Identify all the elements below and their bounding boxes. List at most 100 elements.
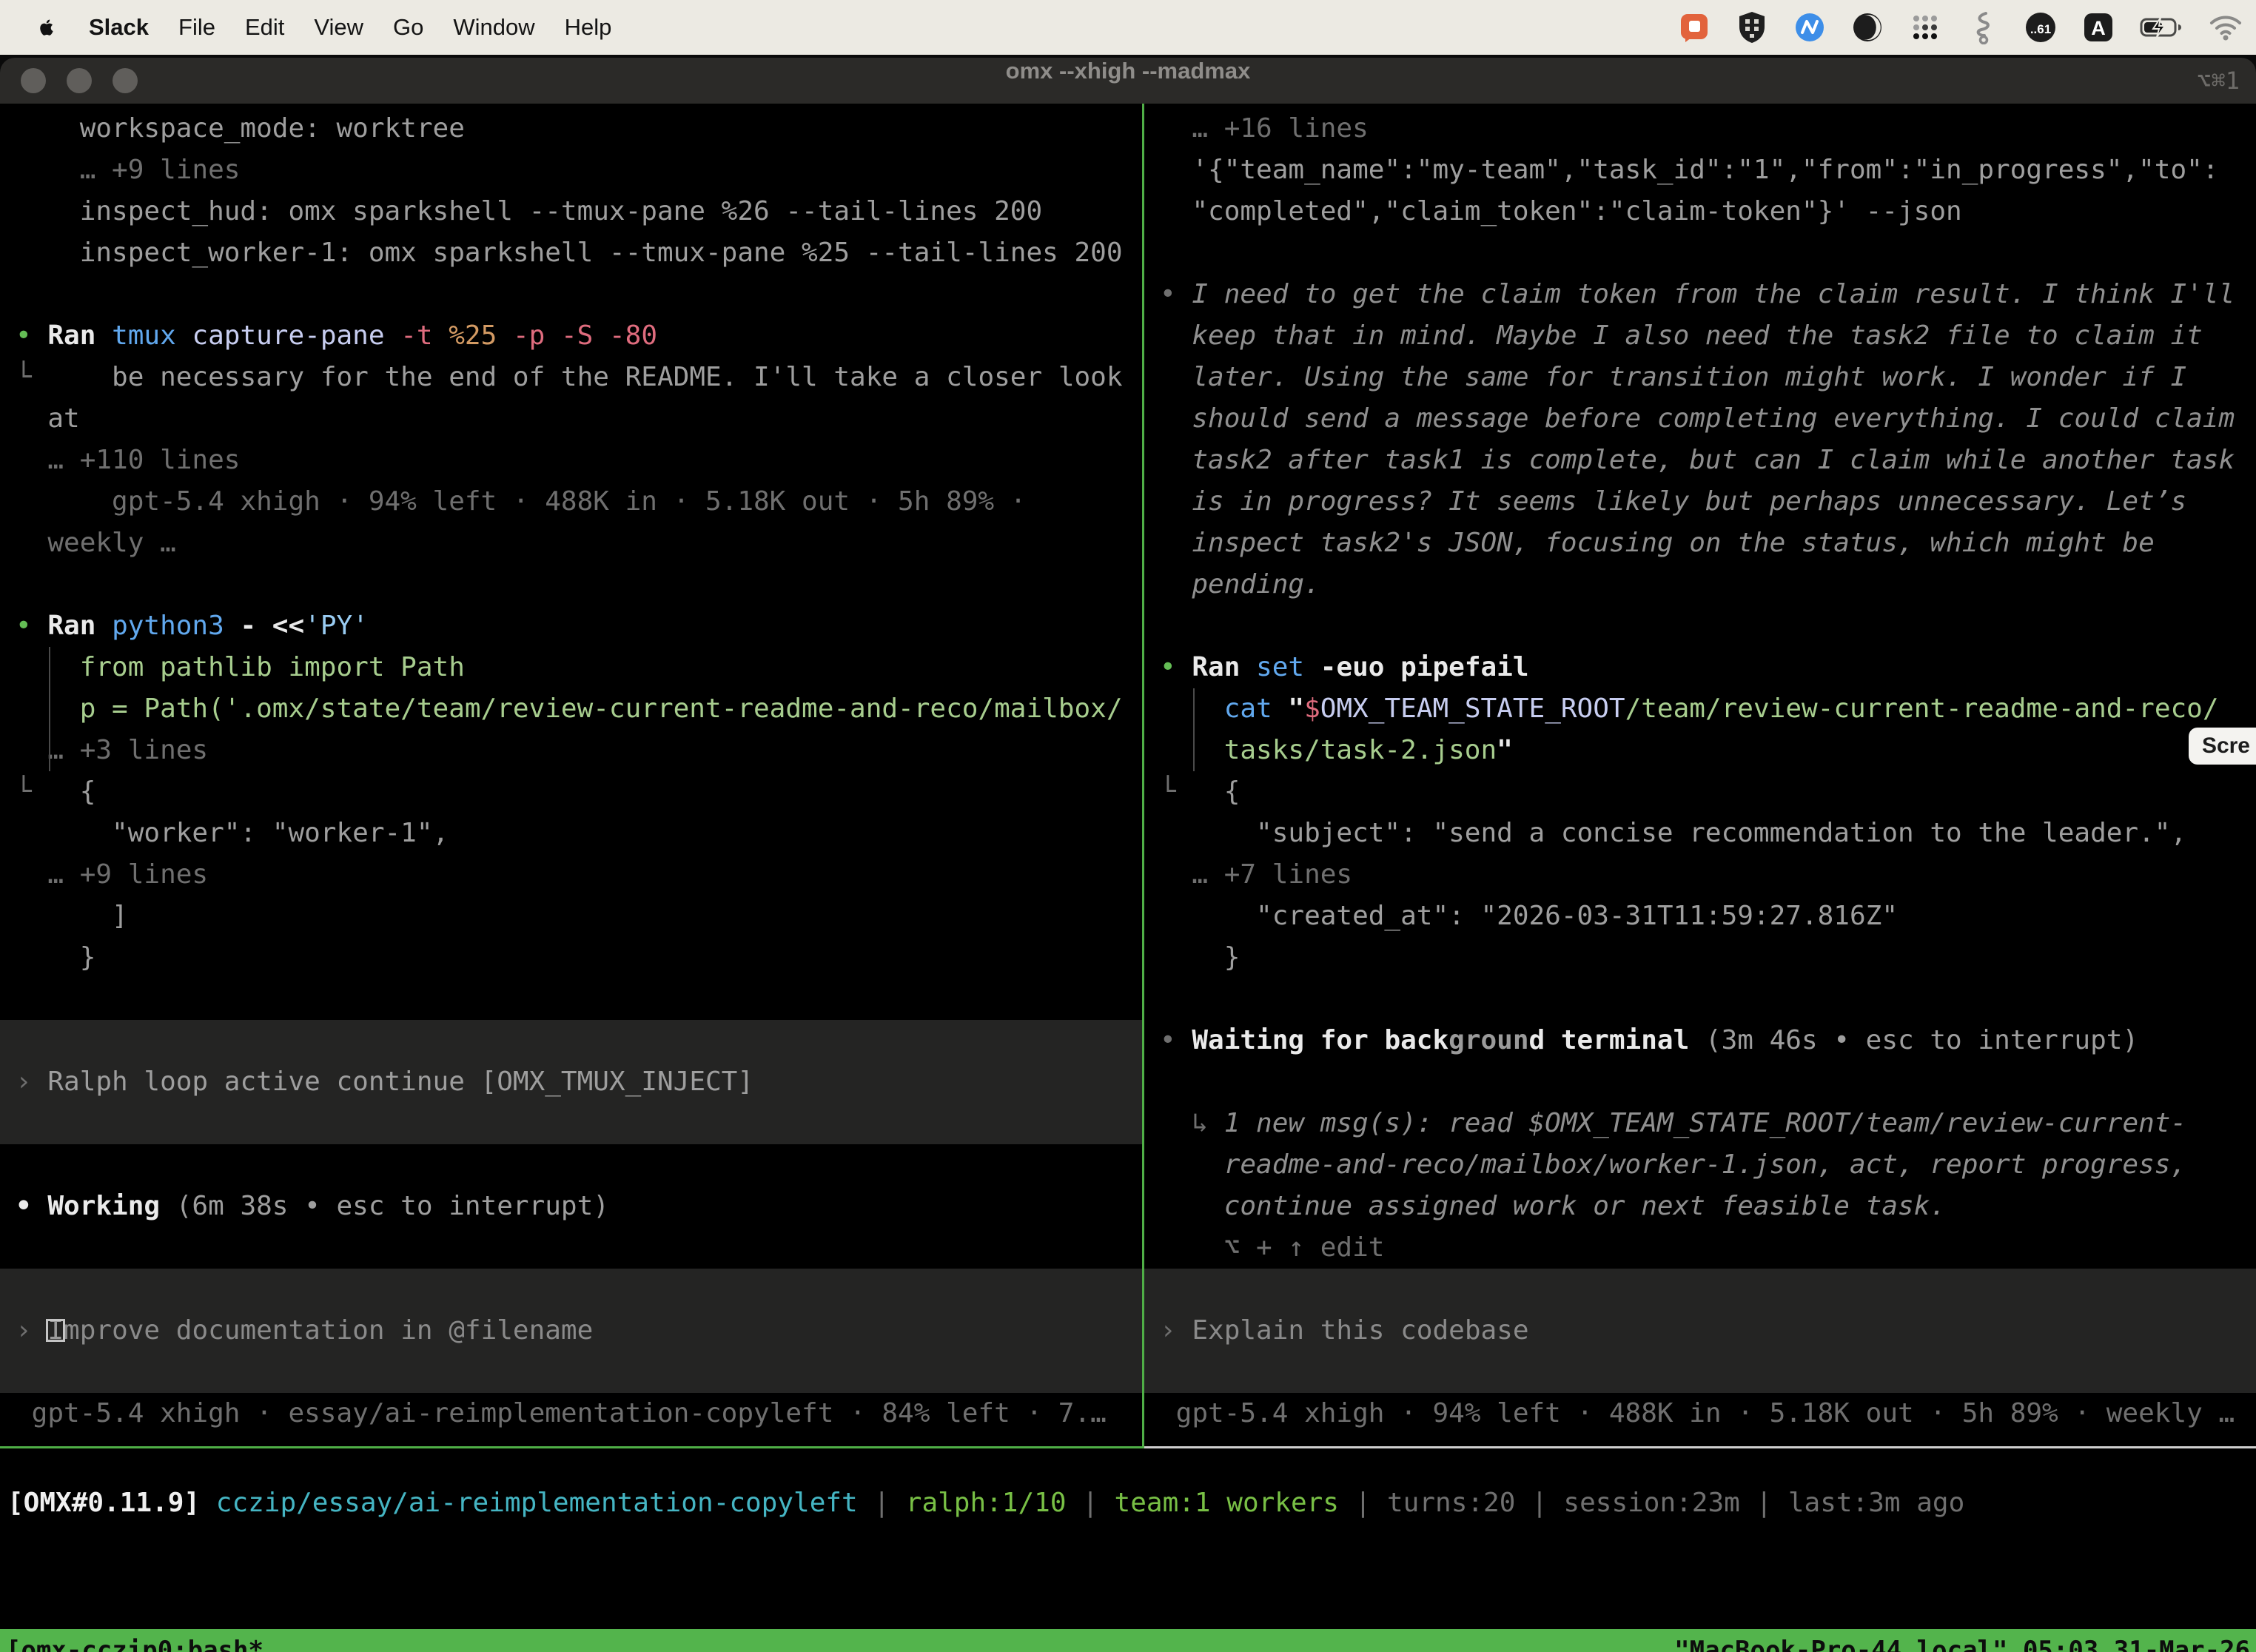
text-segment: •: [16, 320, 47, 351]
omx-hud: [OMX#0.11.9] cczip/essay/ai-reimplementa…: [0, 1448, 2256, 1629]
a-badge-icon[interactable]: A: [2081, 10, 2115, 44]
text-segment: later. Using the same for transition mig…: [1160, 362, 2186, 392]
menu-items: Slack File Edit View Go Window Help: [89, 14, 611, 41]
terminal-line: inspect task2's JSON, focusing on the st…: [1144, 523, 2256, 564]
right-terminal-pane[interactable]: … +16 lines '{"team_name":"my-team","tas…: [1144, 104, 2256, 1446]
apple-menu-icon[interactable]: [34, 10, 59, 44]
text-segment: ↳: [1160, 1108, 1224, 1138]
terminal-line: }: [0, 937, 1142, 978]
terminal-line: [0, 978, 1142, 1020]
text-segment: -S: [561, 320, 609, 351]
text-segment: keep that in mind. Maybe I also need the…: [1160, 320, 2203, 351]
text-segment: ⌥ + ↑ edit: [1160, 1232, 1384, 1263]
terminal-line: inspect_hud: omx sparkshell --tmux-pane …: [0, 191, 1142, 232]
terminal-line: [0, 1227, 1142, 1269]
shield-grid-icon[interactable]: [1735, 10, 1769, 44]
window-titlebar[interactable]: omx --xhigh --madmax ⌥⌘1: [0, 58, 2256, 104]
text-segment: groun: [1448, 1025, 1528, 1055]
terminal-line: should send a message before completing …: [1144, 398, 2256, 440]
screen-share-label: Scre: [2202, 733, 2250, 759]
terminal-line: └ {: [1144, 771, 2256, 813]
recording-indicator-icon[interactable]: [1677, 10, 1711, 44]
text-segment: •: [1160, 279, 1192, 309]
text-segment: readme-and-reco/mailbox/worker-1.json, a…: [1160, 1149, 2186, 1180]
text-segment: continue assigned work or next feasible …: [1160, 1191, 1946, 1221]
left-pane-bottom-border: [0, 1446, 1142, 1448]
terminal-line: … +9 lines: [0, 854, 1142, 896]
tmux-host-clock-label: "MacBook-Pro-44.local" 05:03 31-Mar-26: [1674, 1636, 2250, 1652]
text-segment: ›: [16, 1067, 47, 1097]
terminal-line: ⌥ + ↑ edit: [1144, 1227, 2256, 1269]
text-segment: … +16 lines: [1160, 113, 1369, 144]
terminal-line: "subject": "send a concise recommendatio…: [1144, 813, 2256, 854]
wifi-icon[interactable]: [2209, 10, 2243, 44]
text-segment: team:1 workers: [1115, 1488, 1355, 1518]
text-segment: └: [16, 776, 32, 807]
terminal-line: • Ran python3 - <<'PY': [0, 605, 1142, 647]
text-segment: should send a message before completing …: [1160, 403, 2235, 434]
terminal-line: cat "$OMX_TEAM_STATE_ROOT/team/review-cu…: [1144, 688, 2256, 730]
text-segment: gpt-5.4 xhigh · essay/ai-reimplementatio…: [16, 1398, 1107, 1428]
text-segment: OMX_TEAM_STATE_ROOT: [1320, 694, 1625, 724]
blue-badge-icon[interactable]: [1793, 10, 1827, 44]
terminal-line: [0, 1144, 1142, 1186]
text-segment: … +9 lines: [16, 155, 240, 185]
window-shortcut-hint: ⌥⌘1: [2197, 58, 2240, 104]
terminal-line: [1144, 1061, 2256, 1103]
terminal-line: • Ran tmux capture-pane -t %25 -p -S -80: [0, 315, 1142, 357]
badge-61-icon[interactable]: ..61: [2024, 10, 2058, 44]
text-segment: (3m 46s • esc to interrupt): [1705, 1025, 2138, 1055]
text-segment: └: [16, 362, 32, 392]
menu-item-file[interactable]: File: [178, 14, 215, 41]
terminal-line: is in progress? It seems likely but perh…: [1144, 481, 2256, 523]
text-segment: ›: [1160, 1315, 1192, 1346]
menu-item-help[interactable]: Help: [565, 14, 612, 41]
text-segment: }: [16, 942, 95, 973]
crescent-icon[interactable]: [1850, 10, 1884, 44]
text-segment: mprove documentation in @filename: [64, 1315, 593, 1346]
text-segment: be necessary for the end of the README. …: [32, 362, 1123, 392]
menu-status-icons: ..61 A: [1677, 10, 2256, 44]
text-segment: cat: [1160, 694, 1288, 724]
screen-share-overlay[interactable]: Scre: [2189, 728, 2256, 765]
text-segment: -p: [513, 320, 561, 351]
terminal-line: ↳ 1 new msg(s): read $OMX_TEAM_STATE_ROO…: [1144, 1103, 2256, 1144]
desktop: { "menu_bar": { "items": ["Slack", "File…: [0, 0, 2256, 1652]
terminal-line: [0, 564, 1142, 605]
grid-dots-icon[interactable]: [1908, 10, 1942, 44]
menu-item-slack[interactable]: Slack: [89, 14, 149, 41]
terminal-line: at: [0, 398, 1142, 440]
text-segment: ": [1497, 735, 1513, 765]
terminal-line: [0, 274, 1142, 315]
terminal-line: [1144, 232, 2256, 274]
menu-left: Slack File Edit View Go Window Help: [0, 10, 611, 44]
tmux-session-label[interactable]: [omx-cczip0:bash*: [6, 1636, 263, 1652]
text-segment: set: [1256, 652, 1320, 682]
battery-charging-icon[interactable]: [2139, 10, 2185, 44]
terminal-line: └ {: [0, 771, 1142, 813]
left-terminal-pane[interactable]: workspace_mode: worktree … +9 lines insp…: [0, 104, 1142, 1446]
terminal-line: [0, 1269, 1142, 1310]
terminal-line: [0, 1352, 1142, 1393]
text-segment: -t: [400, 320, 449, 351]
text-segment: pending.: [1160, 569, 1320, 600]
menu-item-edit[interactable]: Edit: [245, 14, 284, 41]
text-segment: •: [16, 611, 47, 641]
text-segment: -euo pipefail: [1320, 652, 1529, 682]
text-segment: /team/review-current-readme-and-reco/: [1625, 694, 2219, 724]
text-segment: inspect_worker-1: omx sparkshell --tmux-…: [16, 238, 1123, 268]
text-segment: is in progress? It seems likely but perh…: [1160, 486, 2186, 517]
text-segment: inspect_hud: omx sparkshell --tmux-pane …: [16, 196, 1042, 226]
menu-item-go[interactable]: Go: [393, 14, 423, 41]
menu-item-window[interactable]: Window: [453, 14, 534, 41]
terminal-line: • I need to get the claim token from the…: [1144, 274, 2256, 315]
squiggle-icon[interactable]: [1966, 10, 2000, 44]
text-segment: ]: [16, 901, 128, 931]
tmux-panes: workspace_mode: worktree … +9 lines insp…: [0, 104, 2256, 1448]
tmux-status-bar: [omx-cczip0:bash* "MacBook-Pro-44.local"…: [0, 1629, 2256, 1652]
terminal-line: from pathlib import Path: [0, 647, 1142, 688]
text-segment: |: [1082, 1488, 1114, 1518]
right-pane-bottom-border: [1144, 1446, 2256, 1448]
menu-item-view[interactable]: View: [314, 14, 363, 41]
text-segment: p = Path('.omx/state/team/review-current…: [16, 694, 1123, 724]
